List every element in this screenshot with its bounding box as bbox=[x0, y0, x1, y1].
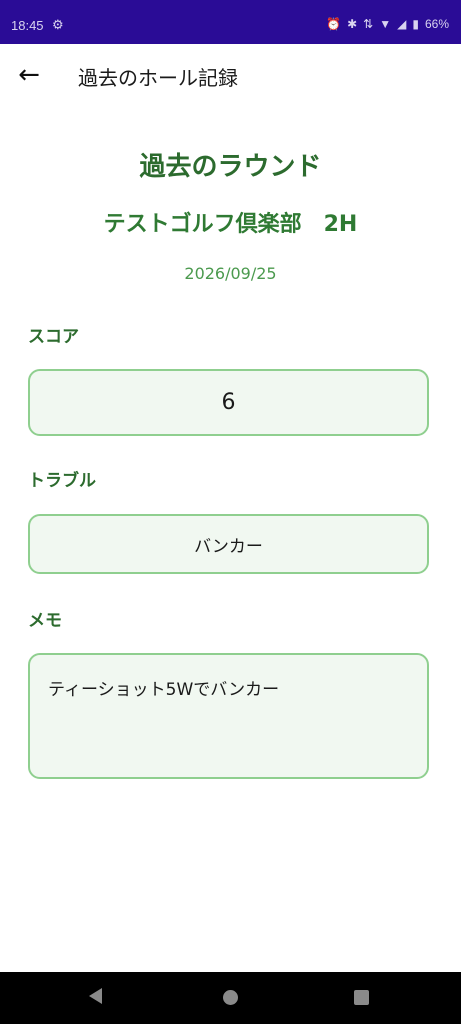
nav-back-icon[interactable] bbox=[89, 988, 102, 1004]
trouble-field[interactable]: バンカー bbox=[28, 514, 429, 574]
course-name: テストゴルフ倶楽部 2H bbox=[103, 212, 358, 237]
status-bar: 18:45 ⚙ ⏰ ✱ ⇅ ▼ ◢ ▮ 66% bbox=[0, 0, 461, 44]
round-date: 2026/09/25 bbox=[184, 264, 277, 283]
wifi-icon: ▼ bbox=[379, 17, 392, 31]
score-field[interactable]: 6 bbox=[28, 369, 429, 436]
app-bar: ← 過去のホール記録 bbox=[0, 44, 461, 108]
battery-icon: ▮ bbox=[412, 17, 419, 31]
memo-field[interactable]: ティーショット5Wでバンカー bbox=[28, 653, 429, 779]
signal-icon: ◢ bbox=[397, 17, 407, 31]
nav-home-icon[interactable] bbox=[223, 990, 238, 1005]
score-value: 6 bbox=[221, 390, 236, 415]
data-icon: ⇅ bbox=[363, 17, 374, 31]
memo-value: ティーショット5Wでバンカー bbox=[48, 680, 280, 700]
memo-label: メモ bbox=[28, 611, 62, 631]
app-bar-title: 過去のホール記録 bbox=[78, 66, 238, 90]
back-arrow-icon[interactable]: ← bbox=[14, 60, 44, 90]
trouble-label: トラブル bbox=[28, 471, 96, 491]
score-label: スコア bbox=[28, 327, 79, 347]
battery-percent: 66% bbox=[424, 17, 449, 31]
bluetooth-icon: ✱ bbox=[347, 17, 358, 31]
system-nav-bar bbox=[0, 972, 461, 1024]
trouble-value: バンカー bbox=[194, 536, 263, 557]
settings-notification-icon: ⚙ bbox=[52, 17, 64, 32]
status-icons: ⏰ ✱ ⇅ ▼ ◢ ▮ 66% bbox=[326, 17, 449, 31]
nav-recents-icon[interactable] bbox=[354, 990, 369, 1005]
page-title: 過去のラウンド bbox=[139, 152, 322, 182]
status-time: 18:45 bbox=[11, 18, 44, 33]
alarm-icon: ⏰ bbox=[326, 17, 342, 31]
